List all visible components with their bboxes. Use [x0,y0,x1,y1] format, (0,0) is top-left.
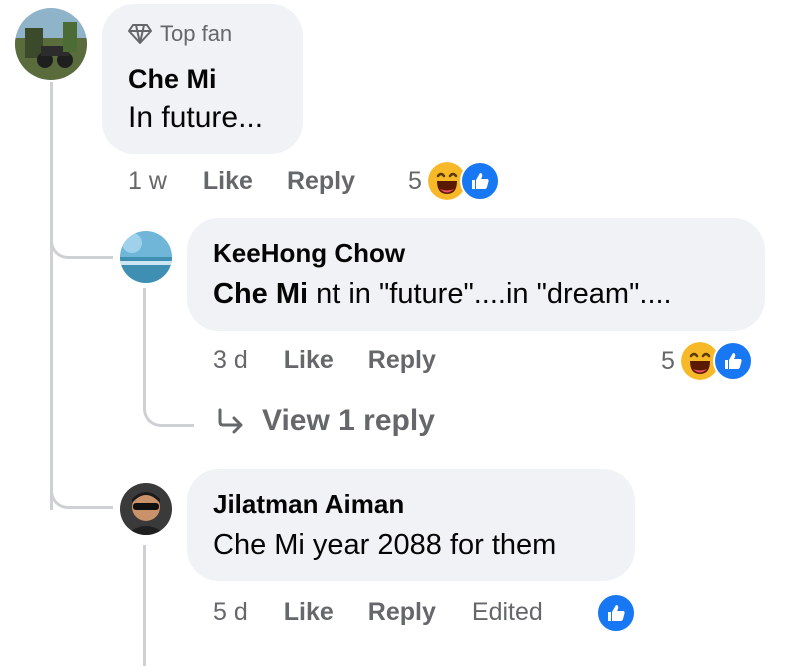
comment-bubble-jilatman: Jilatman Aiman Che Mi year 2088 for them [187,469,635,581]
comment-text: In future... [128,101,264,134]
reply-button[interactable]: Reply [368,346,436,375]
like-icon [596,593,636,633]
comment-author[interactable]: Jilatman Aiman [213,487,404,521]
comment-time[interactable]: 5 d [213,598,248,627]
like-button[interactable]: Like [203,167,253,196]
reply-arrow-icon [218,408,243,434]
reply-button[interactable]: Reply [368,598,436,627]
thread-line-keehong-replies [143,288,194,427]
view-replies-button[interactable]: View 1 reply [216,404,435,438]
edited-label[interactable]: Edited [472,598,543,627]
reaction-summary-keehong[interactable]: 5 [661,340,753,382]
comment-bubble-che-mi: Top fan Che Mi In future... [102,4,303,154]
reaction-summary-jilatman[interactable] [596,593,636,633]
comment-author[interactable]: Che Mi [128,62,217,96]
reply-button[interactable]: Reply [287,167,355,196]
comment-actions-keehong: 3 d Like Reply [213,346,436,375]
like-icon [712,341,753,381]
comment-time[interactable]: 1 w [128,167,167,196]
diamond-icon [128,24,152,44]
thread-branch-jilatman [50,470,113,509]
reaction-count: 5 [408,166,422,195]
top-fan-label: Top fan [160,21,233,46]
mention-link[interactable]: Che Mi [213,278,308,310]
reaction-count: 5 [661,346,675,375]
thread-line-jilatman-replies [143,545,146,666]
thread-branch-keehong [50,220,113,259]
comment-text: Che Mi nt in "future"....in "dream".... [213,275,672,313]
thread-line-main [50,82,53,510]
avatar-keehong-chow[interactable] [120,231,172,283]
comment-text: Che Mi year 2088 for them [213,529,557,561]
comment-bubble-keehong: KeeHong Chow Che Mi nt in "future"....in… [187,218,765,331]
comment-text-content: nt in "future"....in "dream".... [308,278,672,310]
avatar-che-mi[interactable] [15,8,87,80]
comment-actions-jilatman: 5 d Like Reply Edited [213,598,543,627]
view-replies-label: View 1 reply [262,404,435,437]
reaction-summary-che-mi[interactable]: 5 [408,160,500,202]
top-fan-badge: Top fan [128,21,232,47]
comment-time[interactable]: 3 d [213,346,248,375]
like-button[interactable]: Like [284,346,334,375]
comment-actions-che-mi: 1 w Like Reply [128,167,355,196]
avatar-jilatman-aiman[interactable] [120,483,172,535]
comment-author[interactable]: KeeHong Chow [213,236,405,270]
like-icon [459,161,500,201]
like-button[interactable]: Like [284,598,334,627]
